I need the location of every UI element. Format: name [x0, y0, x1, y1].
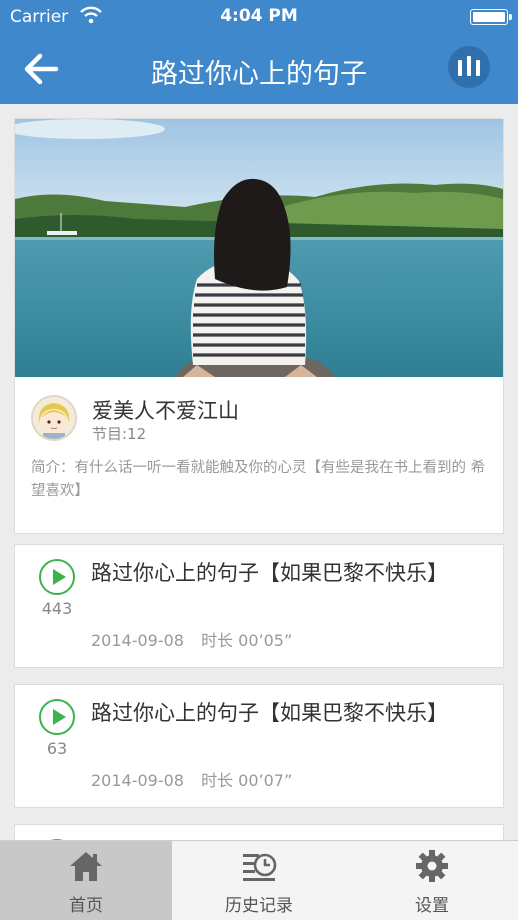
play-count: 63 [46, 739, 68, 758]
tab-settings[interactable]: 设置 [346, 841, 518, 920]
status-bar: Carrier 4:04 PM [0, 0, 518, 34]
program-intro: 简介：有什么话一听一看就能触及你的心灵【有些是我在书上看到的 希望喜欢】 [31, 460, 486, 499]
episode-title[interactable]: 路过你心上的句子【如果巴黎不快乐】 [91, 559, 491, 588]
episode-meta: 2014-09-08 时长 00’05” [91, 627, 292, 651]
navigation-bar: 路过你心上的句子 [0, 34, 518, 104]
episode-item[interactable]: 443 路过你心上的句子【如果巴黎不快乐】 2014-09-08 时长 00’0… [14, 544, 504, 668]
author-avatar [31, 395, 77, 441]
tab-bar: 首页 历史记录 设置 [0, 840, 518, 920]
author-name: 爱美人不爱江山 [92, 399, 239, 423]
top-bar: Carrier 4:04 PM 路过你心上的句子 [0, 0, 518, 104]
episode-duration: 时长 00’07” [201, 771, 293, 790]
status-time: 4:04 PM [220, 6, 298, 26]
play-icon[interactable] [39, 559, 75, 595]
battery-icon [470, 9, 512, 25]
play-icon[interactable] [39, 699, 75, 735]
scroll-content[interactable]: 爱美人不爱江山 节目:12 简介：有什么话一听一看就能触及你的心灵【有些是我在书… [0, 104, 518, 840]
episode-duration: 时长 00’05” [201, 631, 293, 650]
episode-item-partial[interactable] [14, 824, 504, 840]
page-title: 路过你心上的句子 [151, 59, 367, 90]
equalizer-icon-bar [476, 60, 480, 76]
episode-date: 2014-09-08 [91, 631, 184, 650]
tab-label: 设置 [415, 896, 449, 916]
back-arrow-icon[interactable] [22, 51, 60, 87]
tab-home[interactable]: 首页 [0, 841, 172, 920]
play-count: 443 [41, 599, 73, 618]
program-cover-image [15, 119, 503, 377]
equalizer-icon-bar [458, 60, 462, 76]
gear-icon [416, 850, 448, 882]
tab-label: 历史记录 [225, 896, 293, 916]
episode-date: 2014-09-08 [91, 771, 184, 790]
avatar-image [33, 397, 75, 439]
episode-title[interactable]: 路过你心上的句子【如果巴黎不快乐】 [91, 699, 491, 728]
equalizer-icon-bar [467, 56, 471, 76]
program-card: 爱美人不爱江山 节目:12 简介：有什么话一听一看就能触及你的心灵【有些是我在书… [14, 118, 504, 534]
home-icon [70, 852, 102, 881]
now-playing-button[interactable] [448, 46, 490, 88]
episode-meta: 2014-09-08 时长 00’07” [91, 767, 292, 791]
episode-item[interactable]: 63 路过你心上的句子【如果巴黎不快乐】 2014-09-08 时长 00’07… [14, 684, 504, 808]
history-icon [243, 853, 277, 881]
episode-count: 节目:12 [92, 425, 147, 443]
tab-label: 首页 [69, 896, 103, 916]
tab-history[interactable]: 历史记录 [172, 841, 346, 920]
